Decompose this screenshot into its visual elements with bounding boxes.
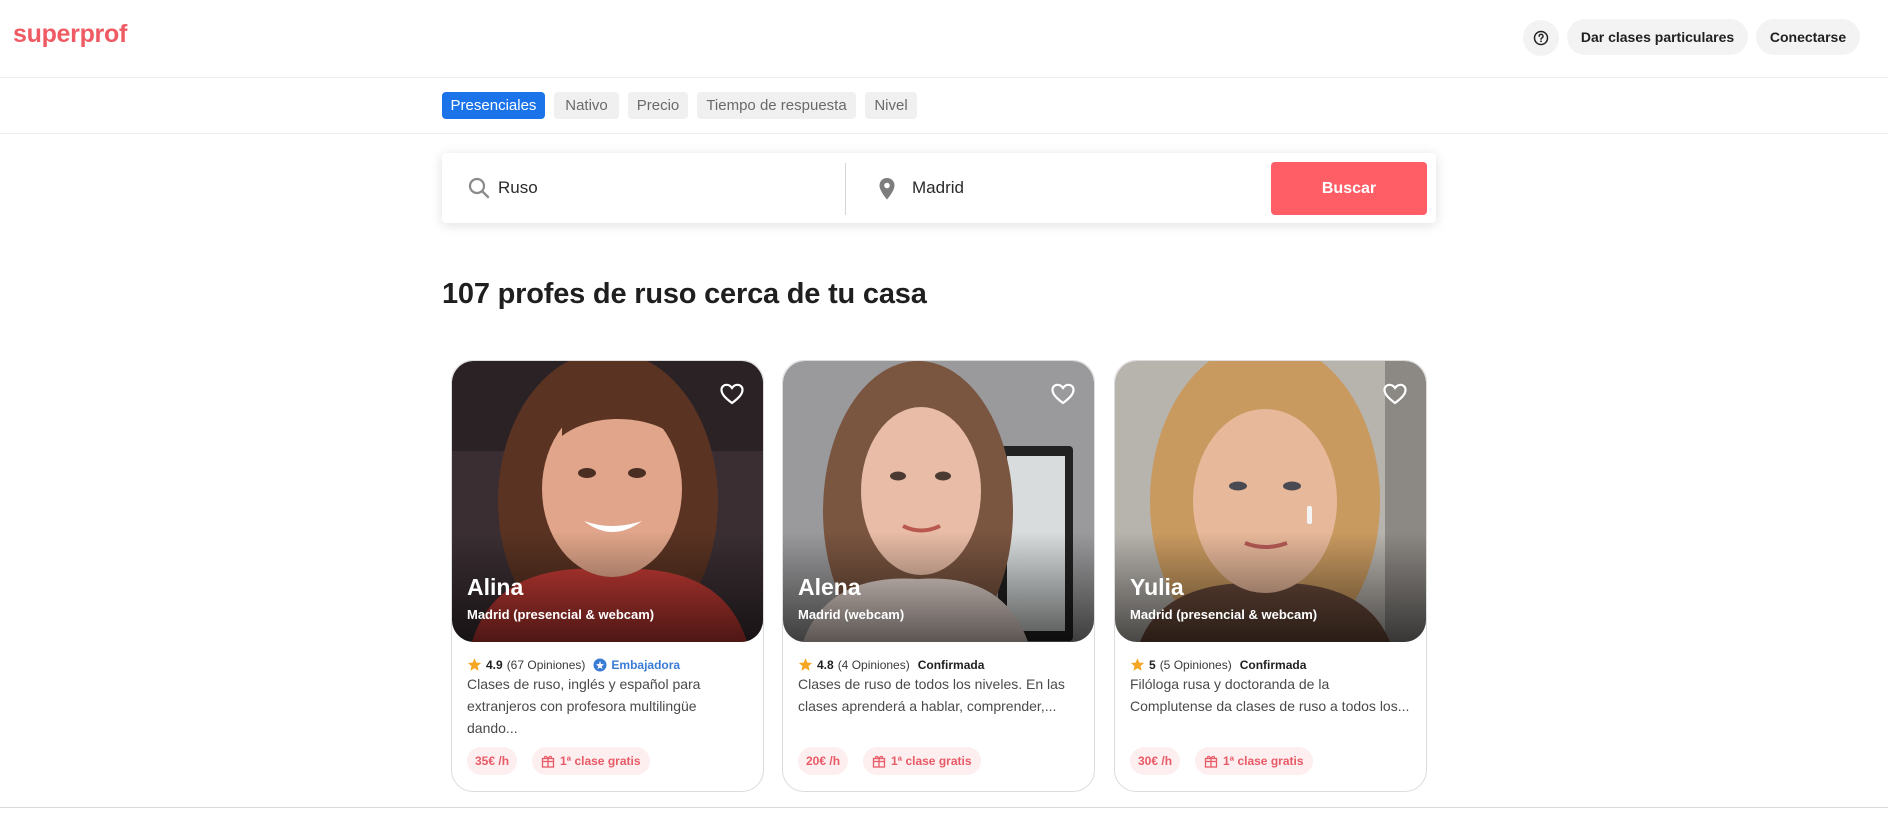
- reviews-count: (67 Opiniones): [506, 657, 586, 672]
- bottom-divider: [0, 807, 1888, 808]
- free-class-tag: 1ª clase gratis: [1195, 747, 1313, 775]
- free-class-label: 1ª clase gratis: [560, 754, 641, 768]
- teacher-card[interactable]: Alina Madrid (presencial & webcam) 4.9 (…: [451, 360, 764, 792]
- filter-presenciales[interactable]: Presenciales: [442, 92, 545, 119]
- filter-nativo[interactable]: Nativo: [554, 92, 619, 119]
- connect-button[interactable]: Conectarse: [1756, 19, 1860, 55]
- location-input[interactable]: Madrid: [912, 178, 964, 198]
- rating-score: 4.9: [486, 657, 503, 672]
- price-tag: 20€ /h: [798, 747, 849, 775]
- results-title: 107 profes de ruso cerca de tu casa: [442, 278, 927, 310]
- free-class-label: 1ª clase gratis: [891, 754, 972, 768]
- teacher-card[interactable]: Alena Madrid (webcam) 4.8 (4 Opiniones) …: [782, 360, 1095, 792]
- teacher-description: Clases de ruso de todos los niveles. En …: [798, 676, 1065, 714]
- gift-icon: [1204, 755, 1218, 768]
- teacher-location: Madrid (presencial & webcam): [1130, 607, 1318, 622]
- confirmed-badge: Confirmada: [1239, 657, 1307, 672]
- location-pin-icon: [879, 178, 895, 200]
- subject-input[interactable]: Ruso: [498, 178, 538, 198]
- help-circle-icon: [1533, 30, 1549, 46]
- top-header: superprof Dar clases particulares Conect…: [0, 0, 1888, 78]
- price-tag: 30€ /h: [1130, 747, 1181, 775]
- rating-row: 4.9 (67 Opiniones) Embajadora: [467, 657, 680, 672]
- teacher-description: Clases de ruso, inglés y español para ex…: [467, 676, 701, 736]
- help-button[interactable]: [1523, 20, 1559, 56]
- heart-icon[interactable]: [720, 383, 744, 405]
- rating-score: 4.8: [817, 657, 834, 672]
- rating-score: 5: [1149, 657, 1156, 672]
- gift-icon: [872, 755, 886, 768]
- confirmed-badge: Confirmada: [917, 657, 985, 672]
- teacher-name: Alena: [798, 574, 861, 600]
- rating-row: 5 (5 Opiniones) Confirmada: [1130, 657, 1306, 672]
- teacher-card[interactable]: Yulia Madrid (presencial & webcam) 5 (5 …: [1114, 360, 1427, 792]
- teacher-location: Madrid (presencial & webcam): [467, 607, 655, 622]
- star-icon: [798, 658, 813, 671]
- teacher-name: Yulia: [1130, 574, 1184, 600]
- star-icon: [1130, 658, 1145, 671]
- search-icon: [468, 177, 490, 199]
- free-class-label: 1ª clase gratis: [1223, 754, 1304, 768]
- teacher-name: Alina: [467, 574, 524, 600]
- search-box: Ruso Madrid Buscar: [442, 153, 1436, 223]
- badge-label: Embajadora: [611, 657, 681, 672]
- ambassador-badge: Embajadora: [593, 658, 680, 672]
- star-icon: [467, 658, 482, 671]
- filters-bar: Presenciales Nativo Precio Tiempo de res…: [0, 78, 1888, 134]
- search-button[interactable]: Buscar: [1271, 162, 1427, 215]
- heart-icon[interactable]: [1051, 383, 1075, 405]
- free-class-tag: 1ª clase gratis: [863, 747, 981, 775]
- reviews-count: (5 Opiniones): [1159, 657, 1232, 672]
- rating-row: 4.8 (4 Opiniones) Confirmada: [798, 657, 984, 672]
- filter-tiempo-respuesta[interactable]: Tiempo de respuesta: [697, 92, 856, 119]
- gift-icon: [541, 755, 555, 768]
- reviews-count: (4 Opiniones): [837, 657, 910, 672]
- superprof-logo[interactable]: superprof: [13, 20, 127, 49]
- search-divider: [845, 163, 846, 215]
- teacher-description: Filóloga rusa y doctoranda de la Complut…: [1130, 676, 1410, 714]
- price-tag: 35€ /h: [467, 747, 518, 775]
- filter-nivel[interactable]: Nivel: [865, 92, 917, 119]
- filter-precio[interactable]: Precio: [628, 92, 688, 119]
- ambassador-icon: [593, 658, 607, 671]
- free-class-tag: 1ª clase gratis: [532, 747, 650, 775]
- heart-icon[interactable]: [1383, 383, 1407, 405]
- teacher-location: Madrid (webcam): [798, 607, 905, 622]
- give-classes-button[interactable]: Dar clases particulares: [1567, 19, 1748, 55]
